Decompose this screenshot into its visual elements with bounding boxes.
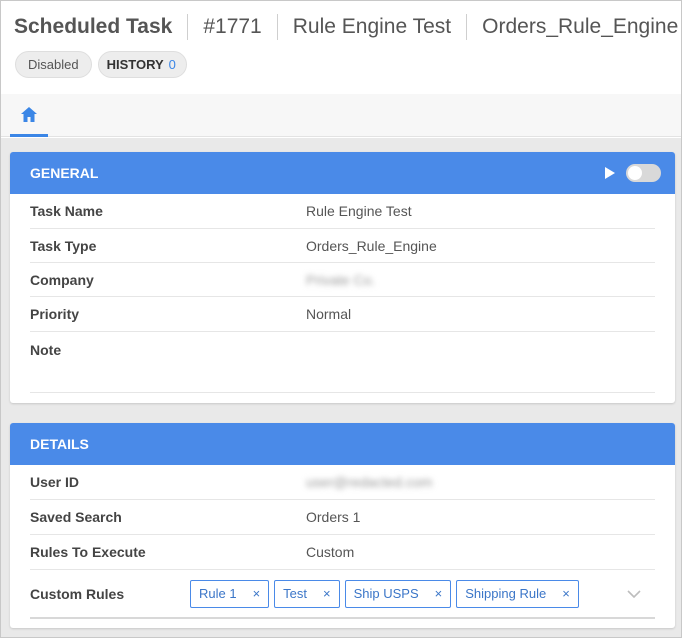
field-label: Task Type [30, 237, 97, 254]
field-label: Saved Search [30, 509, 122, 525]
title-divider [466, 14, 468, 40]
enable-toggle[interactable] [626, 164, 661, 182]
field-row-task-type: Task Type Orders_Rule_Engine [30, 229, 655, 263]
field-row-priority: Priority Normal [30, 297, 655, 332]
chip-label: Test [283, 586, 308, 601]
general-title: GENERAL [30, 165, 99, 181]
task-name-title: Rule Engine Test [292, 15, 452, 38]
field-row-saved-search: Saved Search Orders 1 [30, 500, 655, 535]
tab-home[interactable] [10, 94, 48, 137]
field-value: user@redacted.com [306, 474, 433, 490]
chip-label: Rule 1 [199, 586, 237, 601]
tab-bar [1, 94, 681, 137]
field-label: Priority [30, 306, 80, 322]
chip-label: Ship USPS [353, 586, 419, 601]
title-divider [276, 14, 278, 40]
rule-chip: Test × [274, 579, 340, 608]
header-badges: Disabled HISTORY 0 [15, 51, 187, 78]
toggle-knob [628, 166, 642, 180]
details-card: DETAILS User ID user@redacted.com Saved … [10, 423, 675, 628]
field-value: Private Co. [306, 271, 376, 288]
remove-chip-icon[interactable]: × [323, 586, 331, 601]
field-label: Rules To Execute [30, 544, 146, 560]
general-card: GENERAL Task Name Rule Engine Test Task … [10, 152, 675, 403]
remove-chip-icon[interactable]: × [562, 586, 570, 601]
field-row-note: Note [30, 332, 655, 393]
status-badge: Disabled [15, 51, 92, 78]
field-value: Orders 1 [306, 509, 361, 525]
field-label: User ID [30, 474, 80, 490]
field-row-rules-to-execute: Rules To Execute Custom [30, 535, 655, 570]
task-type-title: Orders_Rule_Engine [482, 15, 679, 38]
field-label: Task Name [30, 203, 103, 219]
rule-chip: Rule 1 × [190, 579, 270, 608]
page-title: Scheduled Task [14, 15, 173, 38]
task-id: #1771 [203, 15, 262, 38]
window: Scheduled Task #1771 Rule Engine Test Or… [0, 0, 682, 638]
remove-chip-icon[interactable]: × [253, 586, 261, 601]
chip-label: Shipping Rule [465, 586, 547, 601]
field-value: Custom [306, 544, 355, 560]
history-button[interactable]: HISTORY 0 [97, 51, 187, 78]
field-label: Note [30, 342, 62, 358]
details-title: DETAILS [30, 436, 89, 452]
details-header: DETAILS [10, 423, 675, 465]
history-count: 0 [168, 57, 176, 72]
field-value: Orders_Rule_Engine [306, 237, 437, 254]
field-row-user-id: User ID user@redacted.com [30, 465, 655, 500]
history-label: HISTORY [106, 57, 164, 72]
content-area: GENERAL Task Name Rule Engine Test Task … [1, 138, 681, 637]
play-icon[interactable] [604, 166, 616, 180]
general-actions [604, 152, 661, 194]
remove-chip-icon[interactable]: × [435, 586, 443, 601]
field-row-task-name: Task Name Rule Engine Test [30, 194, 655, 229]
custom-rules-select[interactable]: Rule 1 × Test × Ship USPS × Shipping Rul… [190, 579, 579, 608]
field-row-custom-rules: Custom Rules Rule 1 × Test × Ship USPS × [30, 570, 655, 619]
field-label: Custom Rules [30, 585, 125, 602]
title-divider [187, 14, 189, 40]
rule-chip: Shipping Rule × [456, 579, 579, 608]
home-icon [21, 106, 37, 122]
general-header: GENERAL [10, 152, 675, 194]
page-header: Scheduled Task #1771 Rule Engine Test Or… [1, 1, 681, 94]
field-value: Rule Engine Test [306, 203, 412, 219]
field-label: Company [30, 271, 94, 288]
rule-chip: Ship USPS × [344, 579, 452, 608]
chevron-down-icon[interactable] [627, 589, 641, 598]
title-row: Scheduled Task #1771 Rule Engine Test Or… [14, 13, 678, 41]
field-row-company: Company Private Co. [30, 263, 655, 297]
field-value: Normal [306, 306, 352, 322]
